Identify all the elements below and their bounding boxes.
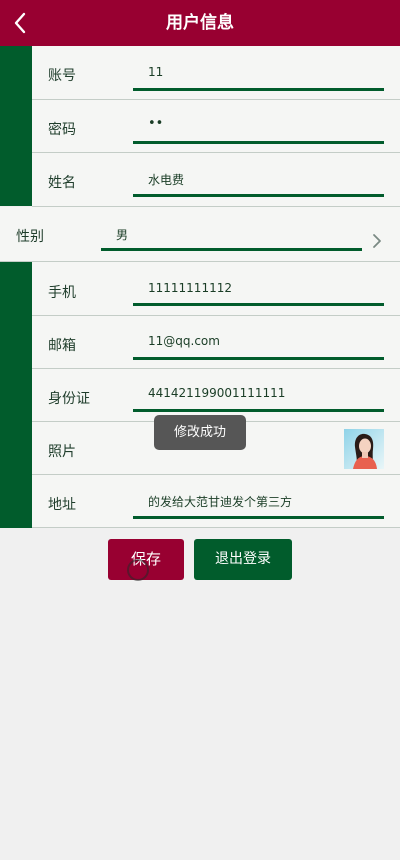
password-label: 密码: [48, 122, 76, 138]
address-row: 地址 的发给大范甘迪发个第三方: [32, 475, 400, 528]
phone-row: 手机 11111111112: [32, 262, 400, 316]
header-bar: 用户信息: [0, 0, 400, 46]
side-accent-bar: [0, 46, 32, 206]
name-field[interactable]: 水电费: [148, 171, 184, 188]
email-field[interactable]: 11@qq.com: [148, 334, 220, 348]
page-title: 用户信息: [166, 13, 234, 33]
profile-photo-image: [344, 429, 384, 469]
logout-button-label: 退出登录: [215, 551, 271, 567]
id-card-field[interactable]: 441421199001111111: [148, 386, 285, 400]
address-label: 地址: [48, 497, 76, 513]
chevron-right-icon[interactable]: [370, 233, 384, 249]
password-row: 密码 ••: [32, 100, 400, 153]
gender-select[interactable]: 男: [116, 226, 128, 243]
phone-underline: [133, 303, 384, 306]
photo-thumbnail[interactable]: [344, 429, 384, 469]
touch-ripple-indicator: [127, 559, 149, 581]
phone-label: 手机: [48, 285, 76, 301]
gender-label: 性别: [16, 229, 44, 245]
save-button[interactable]: 保存: [108, 539, 184, 581]
password-field[interactable]: ••: [148, 116, 163, 131]
account-row: 账号 11: [32, 46, 400, 100]
address-underline: [133, 516, 384, 519]
action-buttons: 保存 退出登录: [0, 539, 400, 581]
logout-button[interactable]: 退出登录: [194, 539, 292, 580]
toast-message: 修改成功: [154, 415, 246, 450]
id-card-label: 身份证: [48, 391, 90, 407]
account-field[interactable]: 11: [148, 65, 163, 79]
address-field[interactable]: 的发给大范甘迪发个第三方: [148, 493, 292, 510]
id-card-underline: [133, 409, 384, 412]
gender-row[interactable]: 性别 男: [0, 207, 400, 262]
email-row: 邮箱 11@qq.com: [32, 316, 400, 369]
account-label: 账号: [48, 68, 76, 84]
gender-underline: [101, 248, 362, 251]
name-underline: [133, 194, 384, 197]
name-label: 姓名: [48, 175, 76, 191]
photo-label: 照片: [48, 444, 76, 460]
email-underline: [133, 357, 384, 360]
name-row: 姓名 水电费: [32, 153, 400, 207]
phone-field[interactable]: 11111111112: [148, 281, 232, 295]
email-label: 邮箱: [48, 338, 76, 354]
side-accent-bar: [0, 262, 32, 528]
password-underline: [133, 141, 384, 144]
account-underline: [133, 88, 384, 91]
